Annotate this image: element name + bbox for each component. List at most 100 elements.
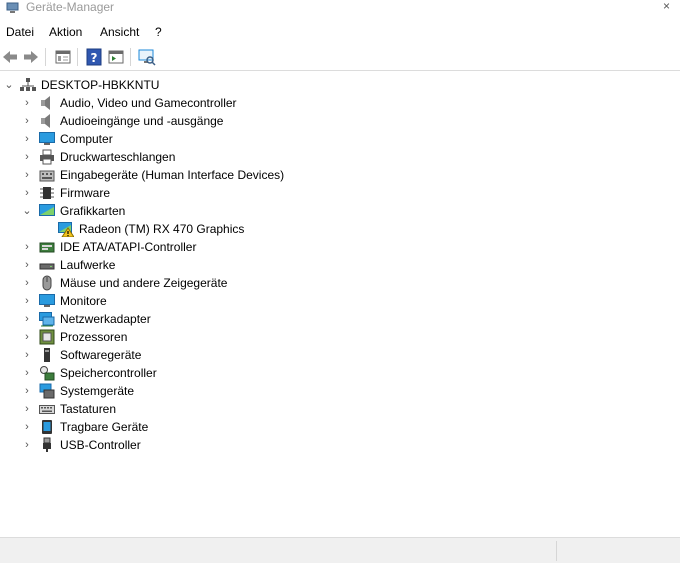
keyboard-icon <box>39 405 55 414</box>
category-processors[interactable]: › Prozessoren <box>0 328 680 346</box>
category-label: Audioeingänge und -ausgänge <box>60 114 224 128</box>
menu-bar: Datei Aktion Ansicht ? <box>0 22 680 42</box>
category-system-devices[interactable]: › Systemgeräte <box>0 382 680 400</box>
chip-icon <box>40 187 54 199</box>
category-label: Tragbare Geräte <box>60 420 149 434</box>
expand-icon[interactable]: › <box>22 277 32 289</box>
category-label: Computer <box>60 132 113 146</box>
software-device-icon <box>44 348 50 362</box>
category-ide-controller[interactable]: › IDE ATA/ATAPI-Controller <box>0 238 680 256</box>
category-firmware[interactable]: › Firmware <box>0 184 680 202</box>
category-label: Speichercontroller <box>60 366 157 380</box>
device-label: Radeon (TM) RX 470 Graphics <box>79 222 245 236</box>
category-computer[interactable]: › Computer <box>0 130 680 148</box>
expand-icon[interactable]: › <box>22 241 32 253</box>
category-label: Systemgeräte <box>60 384 135 398</box>
menu-ansicht[interactable]: Ansicht <box>100 25 139 39</box>
expand-icon[interactable]: › <box>22 97 32 109</box>
ide-controller-icon <box>39 242 55 253</box>
category-print-queues[interactable]: › Druckwarteschlangen <box>0 148 680 166</box>
expand-icon[interactable]: › <box>22 151 32 163</box>
speaker-icon <box>41 114 50 128</box>
menu-aktion[interactable]: Aktion <box>49 25 82 39</box>
category-storage-controllers[interactable]: › Speichercontroller <box>0 364 680 382</box>
expand-icon[interactable]: › <box>22 421 32 433</box>
expand-icon[interactable]: › <box>22 313 32 325</box>
menu-help[interactable]: ? <box>155 25 162 39</box>
system-device-icon <box>39 383 55 399</box>
title-bar: Geräte-Manager × <box>0 0 680 18</box>
category-label: Softwaregeräte <box>60 348 142 362</box>
display-adapter-warning-icon <box>58 222 74 237</box>
collapse-icon[interactable]: ⌄ <box>22 205 32 217</box>
menu-datei[interactable]: Datei <box>6 25 34 39</box>
expand-icon[interactable]: › <box>22 187 32 199</box>
category-keyboards[interactable]: › Tastaturen <box>0 400 680 418</box>
category-network-adapters[interactable]: › Netzwerkadapter <box>0 310 680 328</box>
expand-icon[interactable]: › <box>22 169 32 181</box>
console-tree-icon[interactable] <box>107 48 125 66</box>
expand-icon[interactable]: › <box>22 133 32 145</box>
tree-root-label: DESKTOP-HBKKNTU <box>41 78 160 92</box>
category-label: Druckwarteschlangen <box>60 150 176 164</box>
storage-controller-icon <box>40 366 55 381</box>
toolbar-separator <box>45 48 46 66</box>
close-button[interactable]: × <box>663 0 670 12</box>
expand-icon[interactable]: › <box>22 385 32 397</box>
device-tree: ⌄ DESKTOP-HBKKNTU › Audio, Video und Gam… <box>0 71 680 537</box>
expand-icon[interactable]: › <box>22 439 32 451</box>
category-hid[interactable]: › Eingabegeräte (Human Interface Devices… <box>0 166 680 184</box>
network-adapter-icon <box>39 312 55 327</box>
forward-arrow-icon[interactable] <box>22 48 40 66</box>
category-label: Netzwerkadapter <box>60 312 151 326</box>
expand-icon[interactable]: › <box>22 331 32 343</box>
back-arrow-icon[interactable] <box>1 48 19 66</box>
category-label: Laufwerke <box>60 258 116 272</box>
status-separator <box>556 541 557 561</box>
category-label: Audio, Video und Gamecontroller <box>60 96 237 110</box>
device-radeon-rx470[interactable]: Radeon (TM) RX 470 Graphics <box>0 220 680 238</box>
speaker-icon <box>41 96 50 110</box>
mouse-icon <box>42 275 52 291</box>
tree-root-row[interactable]: ⌄ DESKTOP-HBKKNTU <box>0 76 680 94</box>
help-icon[interactable]: ? <box>85 48 103 66</box>
category-mice[interactable]: › Mäuse und andere Zeigegeräte <box>0 274 680 292</box>
computer-tree-icon <box>20 78 36 91</box>
category-usb-controllers[interactable]: › USB-Controller <box>0 436 680 454</box>
category-label: Firmware <box>60 186 110 200</box>
collapse-icon[interactable]: ⌄ <box>4 79 14 91</box>
expand-icon[interactable]: › <box>22 295 32 307</box>
printer-icon <box>40 149 54 165</box>
properties-icon[interactable] <box>54 48 72 66</box>
processor-icon <box>39 329 55 345</box>
category-display-adapters[interactable]: ⌄ Grafikkarten <box>0 202 680 220</box>
window-title: Geräte-Manager <box>26 0 115 14</box>
toolbar-separator <box>77 48 78 66</box>
category-label: IDE ATA/ATAPI-Controller <box>60 240 197 254</box>
category-label: Prozessoren <box>60 330 128 344</box>
expand-icon[interactable]: › <box>22 259 32 271</box>
category-audio-io[interactable]: › Audioeingänge und -ausgänge <box>0 112 680 130</box>
category-label: USB-Controller <box>60 438 141 452</box>
svg-text:?: ? <box>91 51 98 65</box>
category-audio-video[interactable]: › Audio, Video und Gamecontroller <box>0 94 680 112</box>
expand-icon[interactable]: › <box>22 403 32 415</box>
category-monitors[interactable]: › Monitore <box>0 292 680 310</box>
category-software-devices[interactable]: › Softwaregeräte <box>0 346 680 364</box>
category-portable-devices[interactable]: › Tragbare Geräte <box>0 418 680 436</box>
monitor-icon <box>39 132 55 145</box>
usb-icon <box>43 437 51 452</box>
monitor-icon <box>39 294 55 307</box>
hid-icon <box>39 170 55 182</box>
category-disk-drives[interactable]: › Laufwerke <box>0 256 680 274</box>
category-label: Grafikkarten <box>60 204 126 218</box>
expand-icon[interactable]: › <box>22 367 32 379</box>
portable-device-icon <box>42 420 52 434</box>
expand-icon[interactable]: › <box>22 115 32 127</box>
toolbar-separator <box>130 48 131 66</box>
toolbar: ? <box>0 44 680 71</box>
disk-drive-icon <box>39 263 55 270</box>
monitor-scan-icon[interactable] <box>138 48 156 66</box>
category-label: Tastaturen <box>60 402 117 416</box>
expand-icon[interactable]: › <box>22 349 32 361</box>
